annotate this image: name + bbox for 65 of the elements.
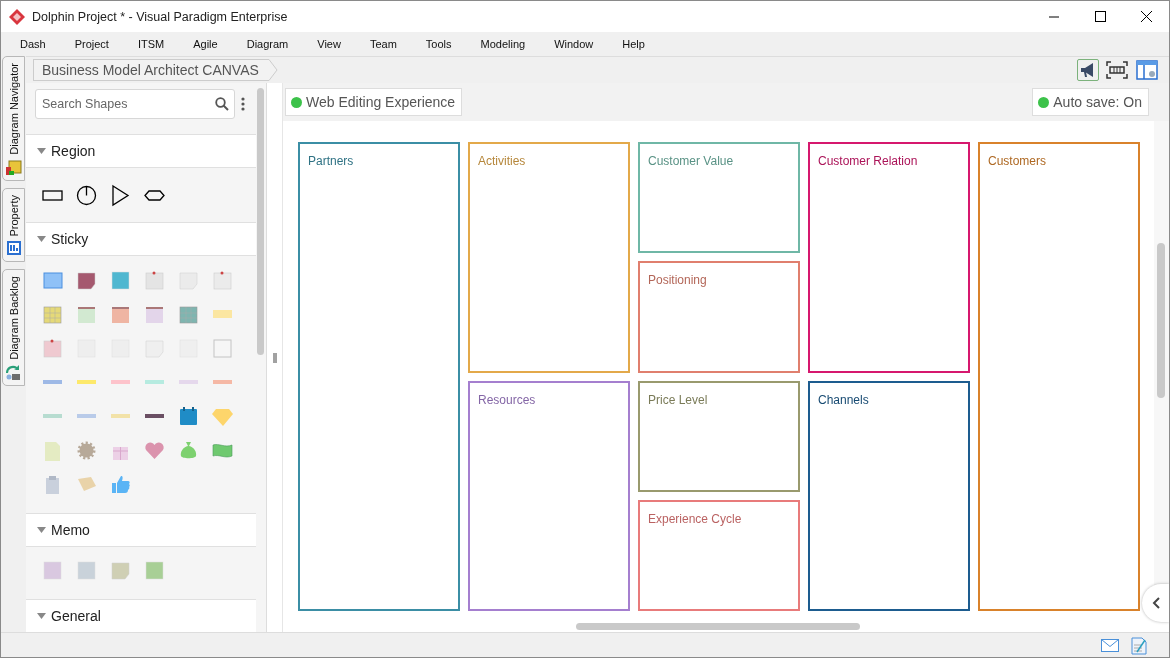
frame-icon — [1106, 61, 1128, 79]
window-title: Dolphin Project * - Visual Paradigm Enterprise — [32, 9, 289, 24]
caret-icon — [37, 148, 46, 154]
menu-item[interactable]: Agile — [193, 38, 218, 50]
menu-item[interactable]: Team — [369, 38, 397, 50]
menu-item[interactable]: Help — [622, 38, 645, 50]
section-header[interactable]: General — [26, 599, 256, 632]
caret-icon — [37, 527, 46, 533]
note-icon[interactable] — [75, 269, 98, 292]
scrollbar-thumb[interactable] — [576, 622, 860, 630]
caret-icon — [37, 236, 46, 242]
section-header[interactable]: Region — [26, 134, 256, 168]
search-field[interactable]: Search Shapes — [35, 89, 235, 119]
scrollbar-thumb[interactable] — [1157, 243, 1165, 398]
menu-item[interactable]: Diagram — [246, 38, 289, 50]
breadcrumb-arrow-icon — [264, 59, 279, 81]
side-tab[interactable]: Property — [2, 187, 25, 263]
backlog-icon — [5, 364, 22, 382]
menu-item[interactable]: Project — [74, 38, 109, 50]
fit-view-button[interactable] — [1105, 58, 1129, 82]
canvas-block[interactable]: Positioning — [638, 261, 800, 373]
note-icon[interactable] — [41, 269, 64, 292]
navigator-icon — [5, 158, 22, 176]
canvas-block[interactable]: Partners — [298, 142, 460, 611]
menu-item[interactable]: Modeling — [480, 38, 526, 50]
side-tab[interactable]: Diagram Backlog — [2, 269, 25, 387]
gear-icon[interactable] — [75, 439, 98, 462]
triangle-icon[interactable] — [109, 183, 132, 207]
editing-mode-badge: Web Editing Experience — [285, 88, 463, 116]
property-icon — [5, 240, 22, 258]
calendar-icon[interactable] — [177, 405, 200, 428]
canvas-block[interactable]: Customer Relation — [808, 142, 970, 373]
canvas-block[interactable]: Customers — [978, 142, 1140, 611]
more-icon[interactable] — [241, 97, 245, 111]
notebook-icon[interactable] — [177, 303, 200, 326]
notepad-icon[interactable] — [1131, 636, 1147, 655]
search-icon — [215, 97, 229, 111]
app-logo-icon — [9, 8, 25, 25]
envelope-icon[interactable] — [1101, 639, 1119, 652]
menu-item[interactable]: Dash — [20, 38, 46, 50]
menu-item[interactable]: ITSM — [137, 38, 165, 50]
window-layout-icon — [1136, 59, 1158, 81]
canvas-block[interactable]: Resources — [468, 380, 630, 611]
thumbs-up-icon[interactable] — [109, 473, 132, 496]
canvas-block[interactable]: Price Level — [638, 380, 800, 492]
close-icon — [1140, 11, 1152, 22]
scrollbar-thumb[interactable] — [257, 88, 264, 355]
section-header[interactable]: Sticky — [26, 222, 256, 256]
menu-item[interactable]: Window — [554, 38, 594, 50]
canvas-block[interactable]: Channels — [808, 380, 970, 611]
autosave-badge: Auto save: On — [1032, 88, 1149, 116]
clock-icon[interactable] — [75, 183, 98, 207]
splitter-grip-icon[interactable] — [272, 352, 277, 363]
menu-item[interactable]: Tools — [425, 38, 452, 50]
layout-button[interactable] — [1135, 58, 1159, 82]
menu-item[interactable]: View — [317, 38, 341, 50]
side-tab[interactable]: Diagram Navigator — [2, 56, 25, 181]
caret-icon — [37, 613, 46, 619]
section-header[interactable]: Memo — [26, 513, 256, 547]
canvas-block[interactable]: Customer Value — [638, 142, 800, 254]
canvas-block[interactable]: Experience Cycle — [638, 499, 800, 611]
note-icon[interactable] — [109, 269, 132, 292]
chevron-left-icon — [1151, 597, 1160, 609]
megaphone-button[interactable] — [1077, 59, 1099, 81]
maximize-icon — [1094, 11, 1106, 22]
